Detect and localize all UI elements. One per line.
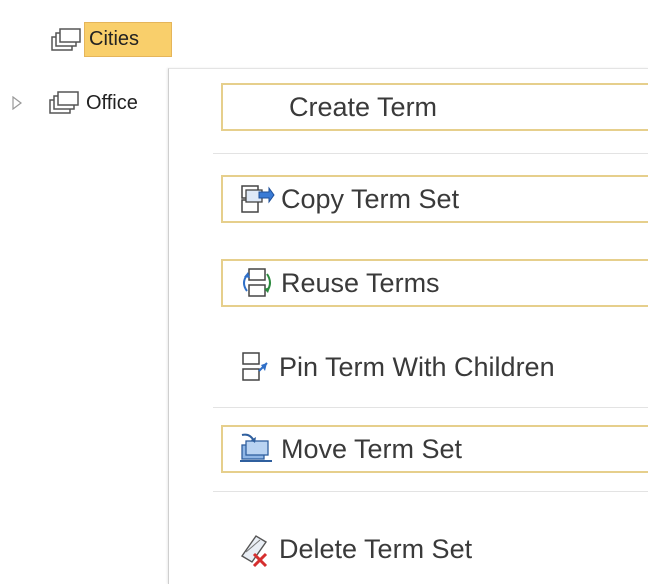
- copy-term-set-menu-item[interactable]: Copy Term Set: [221, 175, 648, 223]
- reuse-terms-icon: [235, 263, 279, 303]
- menu-item-label: Move Term Set: [281, 433, 463, 464]
- term-set-icon: [49, 91, 79, 114]
- tree-node-label: Office: [86, 91, 138, 114]
- pin-term-icon: [233, 347, 277, 387]
- expand-arrow-icon[interactable]: [10, 93, 24, 113]
- menu-item-label: Delete Term Set: [279, 533, 473, 564]
- term-set-icon: [51, 27, 81, 51]
- delete-term-set-menu-item[interactable]: Delete Term Set: [221, 525, 648, 573]
- menu-item-label: Create Term: [289, 91, 438, 122]
- tree-node-label: Cities: [84, 22, 173, 57]
- pin-term-with-children-menu-item[interactable]: Pin Term With Children: [221, 343, 648, 391]
- delete-term-set-icon: [233, 529, 277, 569]
- menu-separator: [213, 153, 648, 154]
- menu-item-label: Reuse Terms: [281, 267, 440, 298]
- move-term-set-menu-item[interactable]: Move Term Set: [221, 425, 648, 473]
- menu-item-label: Pin Term With Children: [279, 351, 555, 382]
- context-menu: Create Term Copy Term Set Reuse Terms Pi…: [168, 68, 648, 584]
- move-term-set-icon: [235, 429, 279, 469]
- create-term-menu-item[interactable]: Create Term: [221, 83, 648, 131]
- menu-separator: [213, 407, 648, 408]
- copy-term-set-icon: [235, 179, 279, 219]
- reuse-terms-menu-item[interactable]: Reuse Terms: [221, 259, 648, 307]
- menu-separator: [213, 491, 648, 492]
- menu-item-label: Copy Term Set: [281, 183, 460, 214]
- tree-node-office[interactable]: Office: [10, 90, 154, 116]
- tree-node-cities[interactable]: Cities: [50, 22, 173, 57]
